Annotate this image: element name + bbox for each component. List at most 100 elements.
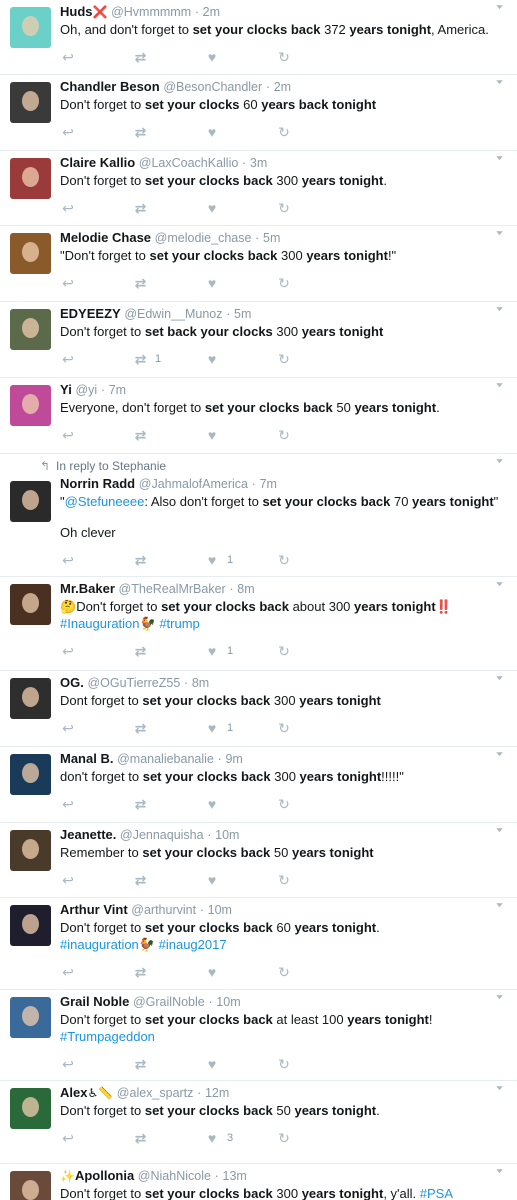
avatar[interactable]	[10, 158, 51, 199]
hashtag-link[interactable]: #Inauguration	[60, 616, 140, 631]
chevron-down-icon[interactable]: ▼	[494, 993, 505, 1000]
user-handle[interactable]: @arthurvint	[131, 903, 196, 917]
avatar[interactable]	[10, 754, 51, 795]
retweet-button[interactable]: ⇄	[132, 1131, 204, 1145]
retweet-button[interactable]: ⇄	[132, 873, 204, 887]
avatar[interactable]	[10, 584, 51, 625]
chevron-down-icon[interactable]: ▼	[494, 750, 505, 757]
direct-message-button[interactable]: ↻	[276, 1131, 316, 1145]
avatar[interactable]	[10, 997, 51, 1038]
hashtag-link[interactable]: #inauguration	[60, 937, 139, 952]
display-name[interactable]: OG.	[60, 675, 84, 690]
reply-button[interactable]: ↩	[60, 50, 132, 64]
display-name[interactable]: Claire Kallio	[60, 155, 135, 170]
user-handle[interactable]: @manaliebanalie	[117, 752, 214, 766]
avatar[interactable]	[10, 82, 51, 123]
timestamp[interactable]: 13m	[223, 1169, 247, 1183]
retweet-button[interactable]: ⇄	[132, 797, 204, 811]
direct-message-button[interactable]: ↻	[276, 276, 316, 290]
chevron-down-icon[interactable]: ▼	[494, 3, 505, 10]
avatar[interactable]	[10, 7, 51, 48]
hashtag-link[interactable]: #PSA	[420, 1186, 453, 1200]
avatar[interactable]	[10, 905, 51, 946]
timestamp[interactable]: 2m	[203, 5, 220, 19]
chevron-down-icon[interactable]: ▼	[494, 826, 505, 833]
tweet[interactable]: ▼ Jeanette. @Jennaquisha · 10m Remember to…	[0, 823, 517, 898]
tweet[interactable]: ▼ Melodie Chase @melodie_chase · 5m "Don't…	[0, 226, 517, 302]
user-handle[interactable]: @melodie_chase	[155, 231, 252, 245]
like-button[interactable]: ♥	[204, 797, 276, 811]
user-handle[interactable]: @OGuTierreZ55	[87, 676, 180, 690]
retweet-button[interactable]: ⇄	[132, 201, 204, 215]
display-name[interactable]: Mr.Baker	[60, 581, 115, 596]
display-name[interactable]: Arthur Vint	[60, 902, 128, 917]
tweet[interactable]: ▼ ↰ In reply to Stephanie Norrin Radd @Jahm…	[0, 454, 517, 577]
chevron-down-icon[interactable]: ▼	[494, 78, 505, 85]
reply-button[interactable]: ↩	[60, 721, 132, 735]
direct-message-button[interactable]: ↻	[276, 201, 316, 215]
user-handle[interactable]: @TheRealMrBaker	[119, 582, 226, 596]
display-name[interactable]: Yi	[60, 382, 72, 397]
like-button[interactable]: ♥	[204, 873, 276, 887]
like-button[interactable]: ♥	[204, 276, 276, 290]
tweet[interactable]: ▼ EDYEEZY @Edwin__Munoz · 5m Don't forget …	[0, 302, 517, 378]
reply-button[interactable]: ↩	[60, 965, 132, 979]
timestamp[interactable]: 8m	[192, 676, 209, 690]
avatar[interactable]	[10, 678, 51, 719]
reply-button[interactable]: ↩	[60, 553, 132, 567]
user-handle[interactable]: @Jennaquisha	[120, 828, 204, 842]
user-handle[interactable]: @yi	[75, 383, 97, 397]
tweet[interactable]: ▼ Grail Noble @GrailNoble · 10m Don't forg…	[0, 990, 517, 1081]
reply-button[interactable]: ↩	[60, 797, 132, 811]
user-handle[interactable]: @alex_spartz	[117, 1086, 194, 1100]
tweet[interactable]: ▼ Mr.Baker @TheRealMrBaker · 8m 🤔Don't for…	[0, 577, 517, 671]
chevron-down-icon[interactable]: ▼	[494, 229, 505, 236]
timestamp[interactable]: 5m	[263, 231, 280, 245]
user-handle[interactable]: @LaxCoachKallio	[139, 156, 239, 170]
timestamp[interactable]: 7m	[109, 383, 126, 397]
direct-message-button[interactable]: ↻	[276, 965, 316, 979]
reply-button[interactable]: ↩	[60, 125, 132, 139]
retweet-button[interactable]: ⇄	[132, 125, 204, 139]
timestamp[interactable]: 7m	[260, 477, 277, 491]
direct-message-button[interactable]: ↻	[276, 352, 316, 366]
chevron-down-icon[interactable]: ▼	[494, 580, 505, 587]
retweet-button[interactable]: ⇄ 1	[132, 352, 204, 366]
display-name[interactable]: Manal B.	[60, 751, 113, 766]
chevron-down-icon[interactable]: ▼	[494, 674, 505, 681]
retweet-button[interactable]: ⇄	[132, 644, 204, 658]
retweet-button[interactable]: ⇄	[132, 276, 204, 290]
retweet-button[interactable]: ⇄	[132, 1057, 204, 1071]
chevron-down-icon[interactable]: ▼	[494, 457, 505, 464]
direct-message-button[interactable]: ↻	[276, 797, 316, 811]
like-button[interactable]: ♥ 1	[204, 721, 276, 735]
like-button[interactable]: ♥	[204, 428, 276, 442]
direct-message-button[interactable]: ↻	[276, 721, 316, 735]
user-handle[interactable]: @Edwin__Munoz	[124, 307, 222, 321]
display-name[interactable]: Grail Noble	[60, 994, 129, 1009]
user-handle[interactable]: @NiahNicole	[138, 1169, 211, 1183]
display-name[interactable]: Alex	[60, 1085, 87, 1100]
tweet[interactable]: ▼ Arthur Vint @arthurvint · 10m Don't forg…	[0, 898, 517, 990]
user-handle[interactable]: @JahmalofAmerica	[139, 477, 248, 491]
tweet[interactable]: ▼ ✨Apollonia @NiahNicole · 13m Don't forge…	[0, 1164, 517, 1200]
reply-button[interactable]: ↩	[60, 1131, 132, 1145]
like-button[interactable]: ♥	[204, 201, 276, 215]
avatar[interactable]	[10, 481, 51, 522]
display-name[interactable]: Melodie Chase	[60, 230, 151, 245]
user-handle[interactable]: @GrailNoble	[133, 995, 205, 1009]
direct-message-button[interactable]: ↻	[276, 644, 316, 658]
direct-message-button[interactable]: ↻	[276, 1057, 316, 1071]
chevron-down-icon[interactable]: ▼	[494, 1167, 505, 1174]
reply-button[interactable]: ↩	[60, 276, 132, 290]
timestamp[interactable]: 8m	[237, 582, 254, 596]
retweet-button[interactable]: ⇄	[132, 428, 204, 442]
timestamp[interactable]: 9m	[225, 752, 242, 766]
hashtag-link[interactable]: #Trumpageddon	[60, 1029, 155, 1044]
like-button[interactable]: ♥	[204, 1057, 276, 1071]
retweet-button[interactable]: ⇄	[132, 50, 204, 64]
tweet[interactable]: ▼ OG. @OGuTierreZ55 · 8m Dont forget to se…	[0, 671, 517, 747]
display-name[interactable]: Huds	[60, 4, 93, 19]
display-name[interactable]: Apollonia	[75, 1168, 134, 1183]
avatar[interactable]	[10, 309, 51, 350]
